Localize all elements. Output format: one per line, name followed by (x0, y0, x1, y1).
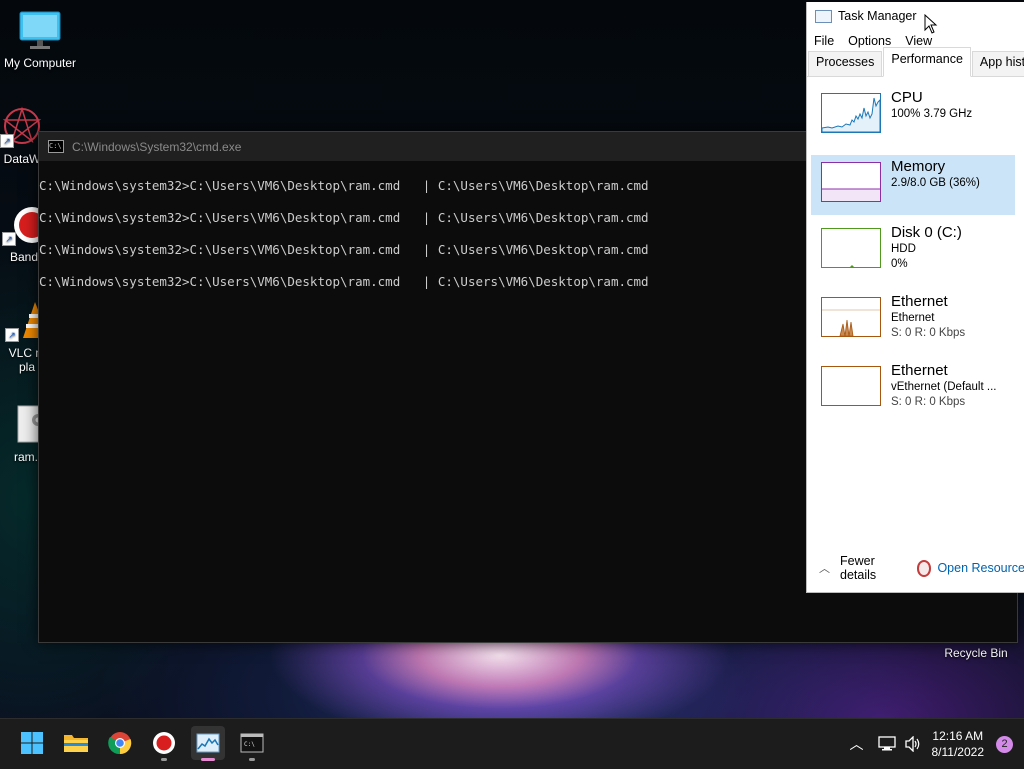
task-manager-taskbar-button[interactable] (191, 726, 225, 760)
task-manager-titlebar[interactable]: Task Manager (807, 2, 1024, 30)
notification-badge[interactable]: 2 (996, 736, 1013, 753)
resource-name: Memory (891, 158, 980, 176)
resource-name: Ethernet (891, 362, 996, 380)
clock-time: 12:16 AM (932, 728, 985, 744)
clock[interactable]: 12:16 AM 8/11/2022 (932, 728, 985, 760)
resource-cpu[interactable]: CPU 100% 3.79 GHz (811, 86, 1015, 149)
computer-icon (18, 10, 62, 52)
running-indicator (161, 758, 167, 761)
resource-detail: S: 0 R: 0 Kbps (891, 395, 996, 410)
resource-disk[interactable]: Disk 0 (C:) HDD 0% (811, 221, 1015, 284)
desktop-icon-my-computer[interactable]: My Computer (0, 10, 80, 70)
tab-app-history[interactable]: App history (972, 51, 1024, 76)
cmd-taskbar-button[interactable]: C:\ (235, 726, 269, 760)
terminal-icon: C:\ (240, 733, 264, 753)
shortcut-arrow-icon: ↗ (5, 328, 19, 342)
desktop-icon-recycle-bin[interactable]: Recycle Bin (936, 646, 1016, 660)
start-button[interactable] (15, 726, 49, 760)
menu-view[interactable]: View (905, 34, 932, 48)
tab-strip: Processes Performance App history (807, 52, 1024, 77)
desktop-icon-label: My Computer (0, 56, 80, 70)
bandicam-button[interactable] (147, 726, 181, 760)
shortcut-arrow-icon: ↗ (2, 232, 16, 246)
resource-detail: vEthernet (Default ... (891, 380, 996, 395)
disk-graph (821, 228, 881, 268)
resource-detail: 0% (891, 257, 962, 272)
mouse-cursor-icon (924, 14, 938, 34)
resource-detail: 100% 3.79 GHz (891, 107, 972, 122)
active-indicator (201, 758, 215, 761)
resource-detail: Ethernet (891, 311, 965, 326)
resource-name: CPU (891, 89, 972, 107)
task-manager-icon (196, 733, 220, 753)
tab-processes[interactable]: Processes (808, 51, 882, 76)
cmd-icon: C:\ (48, 140, 64, 153)
resource-detail: HDD (891, 242, 962, 257)
cpu-graph (821, 93, 881, 133)
task-manager-footer: ︿ Fewer details Open Resource (807, 544, 1024, 592)
memory-graph (821, 162, 881, 202)
resource-memory[interactable]: Memory 2.9/8.0 GB (36%) (811, 155, 1015, 215)
task-manager-title: Task Manager (838, 9, 917, 23)
resource-detail: S: 0 R: 0 Kbps (891, 326, 965, 341)
resource-monitor-icon (917, 560, 932, 577)
resource-detail: 2.9/8.0 GB (36%) (891, 176, 980, 191)
task-manager-window[interactable]: Task Manager File Options View Processes… (806, 2, 1024, 593)
menu-options[interactable]: Options (848, 34, 891, 48)
shortcut-arrow-icon: ↗ (0, 134, 14, 148)
system-tray: ︿ 12:16 AM 8/11/2022 2 (850, 719, 1024, 769)
resource-ethernet[interactable]: Ethernet Ethernet S: 0 R: 0 Kbps (811, 290, 1015, 353)
folder-icon (63, 732, 89, 754)
taskbar: C:\ ︿ 12:16 AM 8/11/2022 2 (0, 718, 1024, 769)
record-icon (152, 731, 176, 755)
chrome-button[interactable] (103, 726, 137, 760)
svg-text:C:\: C:\ (244, 741, 255, 748)
resource-vethernet[interactable]: Ethernet vEthernet (Default ... S: 0 R: … (811, 359, 1015, 422)
cmd-window-title: C:\Windows\System32\cmd.exe (72, 140, 241, 154)
ethernet-graph (821, 297, 881, 337)
fewer-details-button[interactable]: Fewer details (840, 554, 901, 582)
clock-date: 8/11/2022 (932, 744, 985, 760)
vethernet-graph (821, 366, 881, 406)
resource-name: Ethernet (891, 293, 965, 311)
running-indicator (249, 758, 255, 761)
menu-file[interactable]: File (814, 34, 834, 48)
file-explorer-button[interactable] (59, 726, 93, 760)
chevron-up-icon[interactable]: ︿ (850, 734, 864, 754)
open-resource-monitor-link[interactable]: Open Resource (937, 561, 1024, 575)
windows-logo-icon (20, 731, 44, 755)
task-manager-icon (815, 10, 832, 23)
network-icon[interactable] (878, 736, 896, 752)
resource-list: CPU 100% 3.79 GHz Memory 2.9/8.0 GB (36%… (807, 77, 1024, 422)
chrome-icon (108, 731, 132, 755)
chevron-up-icon[interactable]: ︿ (819, 560, 830, 576)
recycle-bin-label: Recycle Bin (944, 646, 1007, 660)
resource-name: Disk 0 (C:) (891, 224, 962, 242)
volume-icon[interactable] (904, 736, 922, 752)
tab-performance[interactable]: Performance (883, 47, 971, 77)
